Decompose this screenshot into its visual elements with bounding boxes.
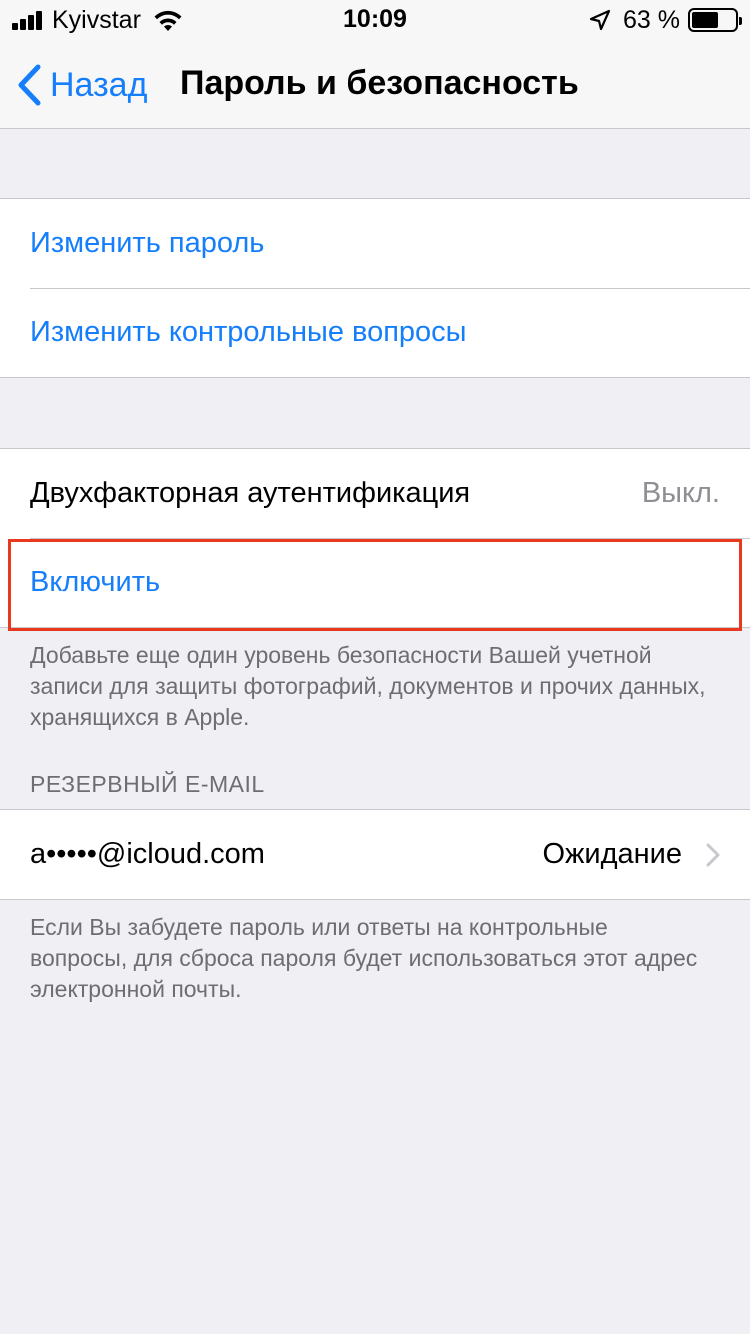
chevron-left-icon — [18, 64, 41, 106]
two-factor-label: Двухфакторная аутентификация — [30, 477, 471, 509]
battery-percentage: 63 % — [623, 5, 680, 34]
backup-email-status: Ожидание — [542, 838, 682, 870]
page-title: Пароль и безопасность — [180, 64, 579, 102]
settings-page: Kyivstar 10:09 63 % Назад Пароль и безоп… — [0, 0, 750, 1334]
change-questions-label: Изменить контрольные вопросы — [30, 316, 467, 348]
backup-email-footer: Если Вы забудете пароль или ответы на ко… — [30, 914, 698, 1002]
backup-email-cell[interactable]: a•••••@icloud.com Ожидание — [0, 810, 750, 899]
password-group: Изменить пароль Изменить контрольные воп… — [0, 198, 750, 378]
battery-nub — [739, 17, 742, 25]
two-factor-value: Выкл. — [641, 477, 720, 509]
back-button-label: Назад — [50, 65, 148, 104]
status-right: 63 % — [589, 5, 742, 34]
location-arrow-icon — [589, 9, 611, 31]
chevron-right-icon — [706, 843, 720, 866]
backup-email-address: a•••••@icloud.com — [30, 838, 265, 870]
battery-fill — [692, 12, 718, 28]
navigation-bar: Назад Пароль и безопасность — [0, 40, 750, 129]
status-bar: Kyivstar 10:09 63 % — [0, 0, 750, 40]
enable-two-factor-cell[interactable]: Включить — [0, 538, 750, 627]
two-factor-group: Двухфакторная аутентификация Выкл. Включ… — [0, 448, 750, 628]
back-button[interactable]: Назад — [16, 64, 147, 106]
enable-two-factor-label: Включить — [30, 566, 161, 598]
two-factor-status-cell: Двухфакторная аутентификация Выкл. — [0, 449, 750, 539]
change-password-label: Изменить пароль — [30, 227, 265, 259]
change-password-cell[interactable]: Изменить пароль — [0, 199, 750, 289]
battery-icon — [688, 8, 742, 32]
backup-email-header: РЕЗЕРВНЫЙ E-MAIL — [30, 771, 265, 797]
backup-email-group: a•••••@icloud.com Ожидание — [0, 809, 750, 900]
two-factor-footer: Добавьте еще один уровень безопасности В… — [30, 642, 706, 730]
change-security-questions-cell[interactable]: Изменить контрольные вопросы — [0, 288, 750, 377]
